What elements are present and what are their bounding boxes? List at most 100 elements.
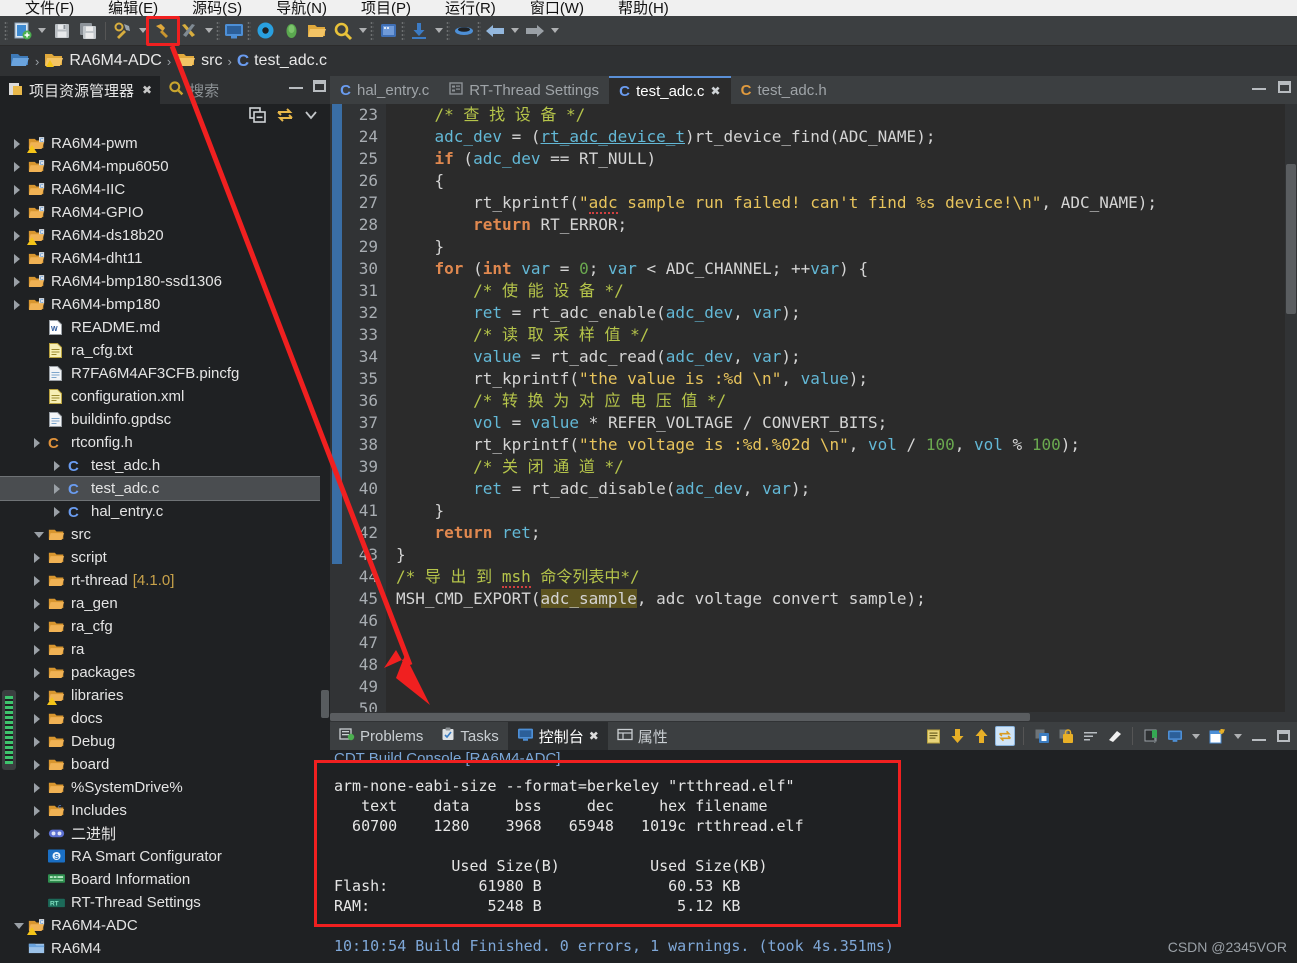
chevron-right-icon[interactable] xyxy=(14,207,25,218)
chevron-right-icon[interactable] xyxy=(34,621,45,632)
tree-item[interactable]: R7FA6M4AF3CFB.pincfg xyxy=(0,362,330,385)
chevron-right-icon[interactable] xyxy=(34,667,45,678)
chevron-right-icon[interactable] xyxy=(34,782,45,793)
tree-item[interactable]: Ctest_adc.h xyxy=(0,454,330,477)
chevron-right-icon[interactable] xyxy=(14,184,25,195)
tab-rt-thread-settings[interactable]: RT-Thread Settings xyxy=(439,76,609,104)
toolbar-grip-2[interactable] xyxy=(216,21,220,41)
tree-item[interactable]: rt-thread[4.1.0] xyxy=(0,569,330,592)
tree-item[interactable]: CRA6M4-ds18b20 xyxy=(0,224,330,247)
tree-item[interactable]: CRA6M4-bmp180-ssd1306 xyxy=(0,270,330,293)
tree-item[interactable]: CRA6M4-IIC xyxy=(0,178,330,201)
debug-icon[interactable] xyxy=(278,18,304,44)
tab-project-explorer[interactable]: 项目资源管理器 ✖ xyxy=(0,76,160,104)
pin-icon[interactable] xyxy=(1141,726,1161,746)
download-icon[interactable] xyxy=(406,18,432,44)
breadcrumb-item-folder[interactable]: src xyxy=(201,52,222,70)
maximize-icon[interactable] xyxy=(313,80,326,92)
toolbar-grip-5[interactable] xyxy=(401,21,405,41)
tree-item[interactable]: Debug xyxy=(0,730,330,753)
build-hammer-icon[interactable] xyxy=(150,18,176,44)
tab-properties[interactable]: 属性 xyxy=(608,722,677,750)
toolbar-grip[interactable] xyxy=(4,21,8,41)
book-icon[interactable] xyxy=(375,18,401,44)
new-console-view-icon[interactable] xyxy=(1207,726,1227,746)
chevron-down-icon[interactable] xyxy=(14,920,25,931)
chevron-right-icon[interactable] xyxy=(54,483,65,494)
chevron-right-icon[interactable] xyxy=(54,506,65,517)
toolbar-grip-3[interactable] xyxy=(247,21,251,41)
open-folder-icon[interactable] xyxy=(304,18,330,44)
chevron-right-icon[interactable] xyxy=(34,690,45,701)
chevron-right-icon[interactable] xyxy=(14,230,25,241)
minimize-icon[interactable] xyxy=(1252,81,1266,90)
maximize-icon[interactable] xyxy=(1278,81,1291,93)
tree-item[interactable]: RTRT-Thread Settings xyxy=(0,891,330,914)
close-icon[interactable]: ✖ xyxy=(589,729,599,743)
menu-item-edit[interactable]: 编辑(E) xyxy=(91,1,175,16)
chevron-right-icon[interactable] xyxy=(14,138,25,149)
editor-scrollbar-thumb[interactable] xyxy=(1286,164,1296,314)
tree-item[interactable]: CRA6M4-bmp180 xyxy=(0,293,330,316)
tree-scrollbar-thumb[interactable] xyxy=(321,690,329,718)
chevron-right-icon[interactable] xyxy=(14,276,25,287)
tab-test-adc-c[interactable]: C test_adc.c ✖ xyxy=(609,76,730,104)
tree-item[interactable]: ra_cfg xyxy=(0,615,330,638)
link-with-editor-icon[interactable] xyxy=(276,107,294,128)
tree-item[interactable]: %SystemDrive% xyxy=(0,776,330,799)
chevron-right-icon[interactable] xyxy=(34,552,45,563)
chevron-right-icon[interactable] xyxy=(34,644,45,655)
tree-item[interactable]: src xyxy=(0,523,330,546)
tree-item[interactable]: Board Information xyxy=(0,868,330,891)
maximize-icon[interactable] xyxy=(1273,726,1293,746)
search-dropdown-icon[interactable] xyxy=(356,18,370,44)
tree-item[interactable]: CRA6M4-GPIO xyxy=(0,201,330,224)
toolbar-grip-4[interactable] xyxy=(370,21,374,41)
tree-item[interactable]: SRA Smart Configurator xyxy=(0,845,330,868)
chevron-right-icon[interactable] xyxy=(14,161,25,172)
tab-test-adc-h[interactable]: C test_adc.h xyxy=(731,76,837,104)
toolbar-grip-6[interactable] xyxy=(446,21,450,41)
tree-scrollbar[interactable] xyxy=(320,130,330,963)
lock-console-icon[interactable] xyxy=(1056,726,1076,746)
menu-item-run[interactable]: 运行(R) xyxy=(428,1,513,16)
minimize-icon[interactable] xyxy=(1249,726,1269,746)
tree-item[interactable]: ra_gen xyxy=(0,592,330,615)
chevron-right-icon[interactable] xyxy=(34,598,45,609)
menu-item-help[interactable]: 帮助(H) xyxy=(601,1,686,16)
tree-item[interactable]: libraries xyxy=(0,684,330,707)
tree-item[interactable]: RA6M4 xyxy=(0,937,330,960)
chevron-right-icon[interactable] xyxy=(14,299,25,310)
tab-search[interactable]: 搜索 xyxy=(160,76,227,104)
new-item-dropdown-icon[interactable] xyxy=(35,18,49,44)
forward-dropdown-icon[interactable] xyxy=(548,18,562,44)
toolbar-grip-7[interactable] xyxy=(477,21,481,41)
tree-item[interactable]: WREADME.md xyxy=(0,316,330,339)
breadcrumb-root-icon[interactable] xyxy=(10,51,30,72)
tree-item[interactable]: CRA6M4-pwm xyxy=(0,132,330,155)
tree-item[interactable]: CRA6M4-mpu6050 xyxy=(0,155,330,178)
menu-item-source[interactable]: 源码(S) xyxy=(175,1,259,16)
editor-hscrollbar-thumb[interactable] xyxy=(330,713,1030,721)
clear-console-icon[interactable] xyxy=(923,726,943,746)
download-dropdown-icon[interactable] xyxy=(432,18,446,44)
chevron-right-icon[interactable] xyxy=(54,460,65,471)
chevron-down-icon[interactable] xyxy=(34,529,45,540)
editor-horizontal-scrollbar[interactable] xyxy=(330,712,1297,722)
menu-item-file[interactable]: 文件(F) xyxy=(8,1,91,16)
pin-console-icon[interactable] xyxy=(1032,726,1052,746)
close-icon[interactable]: ✖ xyxy=(142,83,152,97)
project-tree[interactable]: CRA6M4-pwmCRA6M4-mpu6050CRA6M4-IICCRA6M4… xyxy=(0,130,330,963)
word-wrap-icon[interactable] xyxy=(1080,726,1100,746)
editor-vertical-scrollbar[interactable] xyxy=(1285,104,1297,722)
menu-item-project[interactable]: 项目(P) xyxy=(344,1,428,16)
tree-item[interactable]: CRA6M4-dht11 xyxy=(0,247,330,270)
menu-item-window[interactable]: 窗口(W) xyxy=(513,1,601,16)
new-console-dropdown-icon[interactable] xyxy=(1231,723,1245,749)
scroll-down-icon[interactable] xyxy=(947,726,967,746)
back-dropdown-icon[interactable] xyxy=(508,18,522,44)
tab-console[interactable]: 控制台 ✖ xyxy=(508,722,608,750)
build-configuration-dropdown-icon[interactable] xyxy=(136,18,150,44)
chevron-right-icon[interactable] xyxy=(34,575,45,586)
console-output[interactable]: arm-none-eabi-size --format=berkeley "rt… xyxy=(330,770,1297,961)
